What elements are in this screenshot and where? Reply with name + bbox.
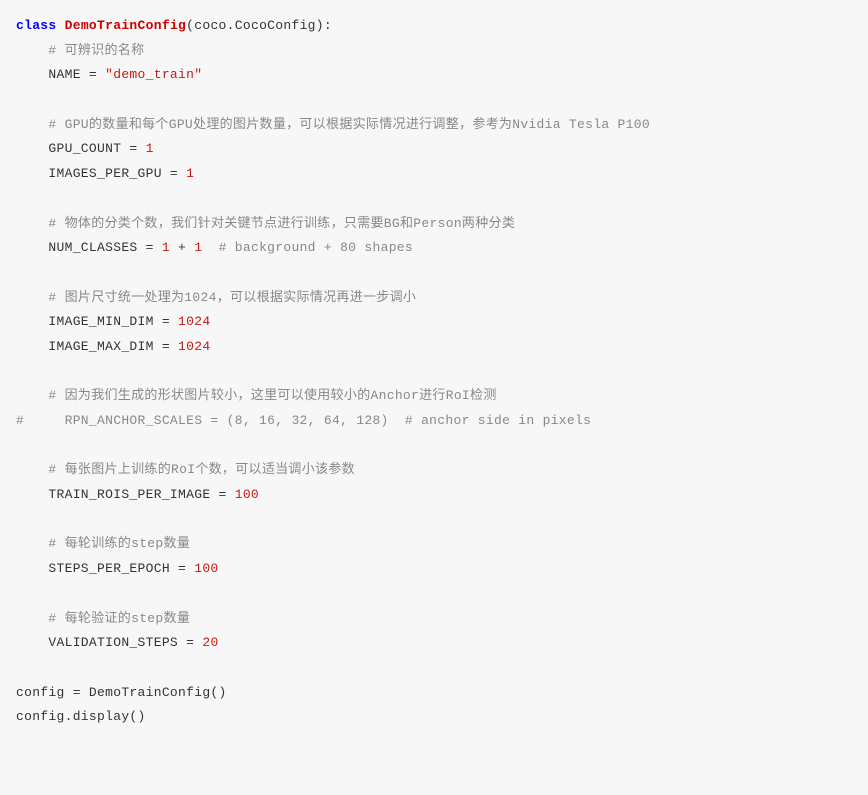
code-line — [16, 434, 852, 459]
code-token — [16, 43, 48, 58]
code-token: NUM_CLASSES = — [16, 240, 162, 255]
code-token: 20 — [202, 635, 218, 650]
code-token: NAME = — [16, 67, 105, 82]
code-line: TRAIN_ROIS_PER_IMAGE = 100 — [16, 483, 852, 508]
code-line — [16, 261, 852, 286]
code-line: class DemoTrainConfig(coco.CocoConfig): — [16, 14, 852, 39]
code-token: DemoTrainConfig — [65, 18, 187, 33]
code-line — [16, 508, 852, 533]
code-token: # 每张图片上训练的RoI个数，可以适当调小该参数 — [48, 462, 355, 477]
code-token: GPU_COUNT = — [16, 141, 146, 156]
code-line — [16, 582, 852, 607]
code-line: # 图片尺寸统一处理为1024，可以根据实际情况再进一步调小 — [16, 286, 852, 311]
code-line — [16, 360, 852, 385]
code-line: # 可辨识的名称 — [16, 39, 852, 64]
code-token: TRAIN_ROIS_PER_IMAGE = — [16, 487, 235, 502]
code-line: IMAGES_PER_GPU = 1 — [16, 162, 852, 187]
code-token: # RPN_ANCHOR_SCALES = (8, 16, 32, 64, 12… — [16, 413, 591, 428]
code-token — [16, 117, 48, 132]
code-line: # 物体的分类个数，我们针对关键节点进行训练，只需要BG和Person两种分类 — [16, 212, 852, 237]
code-token: # 物体的分类个数，我们针对关键节点进行训练，只需要BG和Person两种分类 — [48, 216, 515, 231]
code-line: VALIDATION_STEPS = 20 — [16, 631, 852, 656]
code-token: # 每轮训练的step数量 — [48, 536, 190, 551]
code-block: class DemoTrainConfig(coco.CocoConfig): … — [16, 14, 852, 730]
code-token: # background + 80 shapes — [219, 240, 413, 255]
code-token: IMAGE_MIN_DIM = — [16, 314, 178, 329]
code-line — [16, 656, 852, 681]
code-line: IMAGE_MIN_DIM = 1024 — [16, 310, 852, 335]
code-line: # 每张图片上训练的RoI个数，可以适当调小该参数 — [16, 458, 852, 483]
code-token: + — [170, 240, 194, 255]
code-token — [16, 536, 48, 551]
code-token: VALIDATION_STEPS = — [16, 635, 202, 650]
code-token — [16, 290, 48, 305]
code-line: GPU_COUNT = 1 — [16, 137, 852, 162]
code-token: 1024 — [178, 314, 210, 329]
code-token: "demo_train" — [105, 67, 202, 82]
code-token — [16, 462, 48, 477]
code-line — [16, 88, 852, 113]
code-token: 1 — [146, 141, 154, 156]
code-line: IMAGE_MAX_DIM = 1024 — [16, 335, 852, 360]
code-token: 1 — [186, 166, 194, 181]
code-token: # 因为我们生成的形状图片较小，这里可以使用较小的Anchor进行RoI检测 — [48, 388, 496, 403]
code-token: IMAGE_MAX_DIM = — [16, 339, 178, 354]
code-token: (coco.CocoConfig): — [186, 18, 332, 33]
code-line — [16, 187, 852, 212]
code-line: # GPU的数量和每个GPU处理的图片数量，可以根据实际情况进行调整，参考为Nv… — [16, 113, 852, 138]
code-line: # 因为我们生成的形状图片较小，这里可以使用较小的Anchor进行RoI检测 — [16, 384, 852, 409]
code-token: config.display() — [16, 709, 146, 724]
code-token: 100 — [194, 561, 218, 576]
code-token — [16, 611, 48, 626]
code-line: config = DemoTrainConfig() — [16, 681, 852, 706]
code-line: NAME = "demo_train" — [16, 63, 852, 88]
code-token: # 可辨识的名称 — [48, 43, 144, 58]
code-token: 1 — [162, 240, 170, 255]
code-token: 100 — [235, 487, 259, 502]
code-line: NUM_CLASSES = 1 + 1 # background + 80 sh… — [16, 236, 852, 261]
code-token: # GPU的数量和每个GPU处理的图片数量，可以根据实际情况进行调整，参考为Nv… — [48, 117, 650, 132]
code-token — [57, 18, 65, 33]
code-token: 1024 — [178, 339, 210, 354]
code-token: # 图片尺寸统一处理为1024，可以根据实际情况再进一步调小 — [48, 290, 416, 305]
code-token: # 每轮验证的step数量 — [48, 611, 190, 626]
code-token — [16, 388, 48, 403]
code-line: # RPN_ANCHOR_SCALES = (8, 16, 32, 64, 12… — [16, 409, 852, 434]
code-token: class — [16, 18, 57, 33]
code-line: # 每轮验证的step数量 — [16, 607, 852, 632]
code-line: config.display() — [16, 705, 852, 730]
code-line: STEPS_PER_EPOCH = 100 — [16, 557, 852, 582]
code-token: STEPS_PER_EPOCH = — [16, 561, 194, 576]
code-token: config = DemoTrainConfig() — [16, 685, 227, 700]
code-line: # 每轮训练的step数量 — [16, 532, 852, 557]
code-token — [202, 240, 218, 255]
code-token — [16, 216, 48, 231]
code-token: IMAGES_PER_GPU = — [16, 166, 186, 181]
